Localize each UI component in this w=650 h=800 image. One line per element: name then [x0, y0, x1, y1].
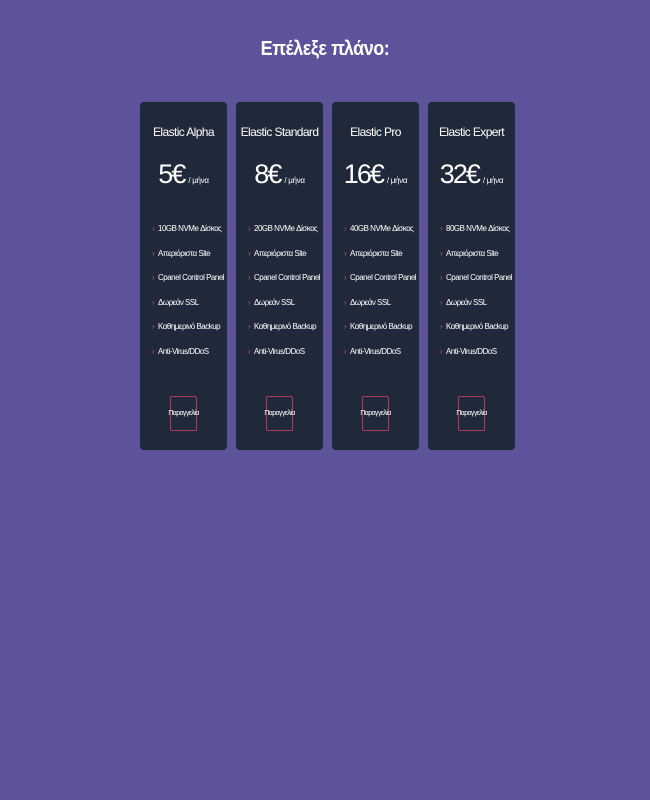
- feature-label: 40GB NVMe Δίσκος: [350, 224, 414, 233]
- plan-name: Elastic Expert: [439, 125, 505, 139]
- plan-card-pro: Elastic Pro 16€ / μήνα › 40GB NVMe Δίσκος…: [332, 102, 419, 450]
- plan-period: / μήνα: [284, 176, 305, 185]
- feature-label: 20GB NVMe Δίσκος: [254, 224, 318, 233]
- feature-label: 80GB NVMe Δίσκος: [446, 224, 510, 233]
- feature-item: › Cpanel Control Panel: [152, 273, 225, 298]
- feature-item: › Καθημερινό Backup: [248, 322, 320, 347]
- feature-label: Anti-Virus/DDoS: [158, 346, 209, 356]
- feature-item: › Δωρεάν SSL: [344, 298, 416, 323]
- plan-price: 5€: [158, 159, 186, 189]
- feature-item: › Anti-Virus/DDoS: [440, 347, 512, 372]
- feature-item: › Απεριόριστα Site: [152, 249, 224, 274]
- feature-item: › Απεριόριστα Site: [440, 249, 512, 274]
- plan-period: / μήνα: [188, 176, 209, 185]
- feature-label: Καθημερινό Backup: [350, 322, 413, 332]
- plan-price: 16€: [343, 159, 385, 189]
- plan-card-alpha: Elastic Alpha 5€ / μήνα › 10GB NVMe Δίσκο…: [140, 102, 227, 450]
- feature-label: Cpanel Control Panel: [254, 273, 321, 283]
- feature-label: 10GB NVMe Δίσκος: [158, 224, 222, 233]
- price-row: 5€ / μήνα: [140, 159, 227, 190]
- order-button[interactable]: Παραγγελία: [456, 396, 487, 431]
- feature-label: Anti-Virus/DDoS: [446, 346, 497, 356]
- feature-label: Anti-Virus/DDoS: [254, 346, 305, 356]
- plan-card-expert: Elastic Expert 32€ / μήνα › 80GB NVMe Δίσ…: [428, 102, 515, 450]
- feature-label: Δωρεάν SSL: [158, 297, 199, 307]
- feature-item: › Δωρεάν SSL: [440, 298, 512, 323]
- feature-label: Δωρεάν SSL: [254, 297, 295, 307]
- feature-item: › Δωρεάν SSL: [152, 298, 224, 323]
- price-row: 16€ / μήνα: [332, 159, 419, 190]
- plan-period: / μήνα: [482, 176, 504, 185]
- feature-item: › Απεριόριστα Site: [248, 249, 320, 274]
- order-button[interactable]: Παραγγελία: [360, 396, 391, 431]
- feature-item: › Cpanel Control Panel: [344, 273, 417, 298]
- feature-label: Απεριόριστα Site: [446, 248, 499, 258]
- page-title: Επέλεξε πλάνο:: [260, 38, 390, 60]
- feature-label: Δωρεάν SSL: [350, 297, 391, 307]
- feature-label: Απεριόριστα Site: [254, 248, 307, 258]
- feature-label: Καθημερινό Backup: [158, 322, 221, 332]
- feature-label: Απεριόριστα Site: [350, 248, 403, 258]
- feature-item: › Cpanel Control Panel: [440, 273, 513, 298]
- order-button[interactable]: Παραγγελία: [168, 396, 199, 431]
- plan-price: 32€: [439, 159, 481, 189]
- feature-label: Cpanel Control Panel: [350, 273, 417, 283]
- feature-label: Cpanel Control Panel: [158, 273, 225, 283]
- feature-list: › 10GB NVMe Δίσκος › Απεριόριστα Site › Cpa…: [152, 224, 225, 372]
- feature-list: › 40GB NVMe Δίσκος › Απεριόριστα Site › Cpa…: [344, 224, 417, 372]
- plan-name: Elastic Pro: [350, 125, 401, 139]
- plan-name: Elastic Standard: [240, 125, 319, 139]
- feature-item: › 10GB NVMe Δίσκος: [152, 224, 224, 249]
- feature-item: › Anti-Virus/DDoS: [344, 347, 416, 372]
- feature-item: › Anti-Virus/DDoS: [152, 347, 224, 372]
- feature-label: Καθημερινό Backup: [254, 322, 317, 332]
- pricing-cards: Elastic Alpha 5€ / μήνα › 10GB NVMe Δίσκο…: [140, 102, 515, 450]
- price-row: 32€ / μήνα: [428, 159, 515, 190]
- feature-item: › 20GB NVMe Δίσκος: [248, 224, 320, 249]
- plan-price: 8€: [254, 159, 282, 189]
- feature-label: Απεριόριστα Site: [158, 248, 211, 258]
- feature-item: › 40GB NVMe Δίσκος: [344, 224, 416, 249]
- feature-item: › Δωρεάν SSL: [248, 298, 320, 323]
- feature-item: › Cpanel Control Panel: [248, 273, 321, 298]
- feature-item: › Καθημερινό Backup: [344, 322, 416, 347]
- feature-item: › Καθημερινό Backup: [152, 322, 224, 347]
- plan-card-standard: Elastic Standard 8€ / μήνα › 20GB NVMe Δί…: [236, 102, 323, 450]
- order-button[interactable]: Παραγγελία: [264, 396, 295, 431]
- feature-label: Cpanel Control Panel: [446, 273, 513, 283]
- feature-list: › 80GB NVMe Δίσκος › Απεριόριστα Site › Cpa…: [440, 224, 513, 372]
- feature-item: › 80GB NVMe Δίσκος: [440, 224, 512, 249]
- plan-name: Elastic Alpha: [153, 125, 215, 139]
- feature-item: › Απεριόριστα Site: [344, 249, 416, 274]
- feature-label: Δωρεάν SSL: [446, 297, 487, 307]
- feature-list: › 20GB NVMe Δίσκος › Απεριόριστα Site › Cpa…: [248, 224, 321, 372]
- plan-period: / μήνα: [386, 176, 408, 185]
- feature-label: Anti-Virus/DDoS: [350, 346, 401, 356]
- price-row: 8€ / μήνα: [236, 159, 323, 190]
- feature-item: › Anti-Virus/DDoS: [248, 347, 320, 372]
- feature-item: › Καθημερινό Backup: [440, 322, 512, 347]
- feature-label: Καθημερινό Backup: [446, 322, 509, 332]
